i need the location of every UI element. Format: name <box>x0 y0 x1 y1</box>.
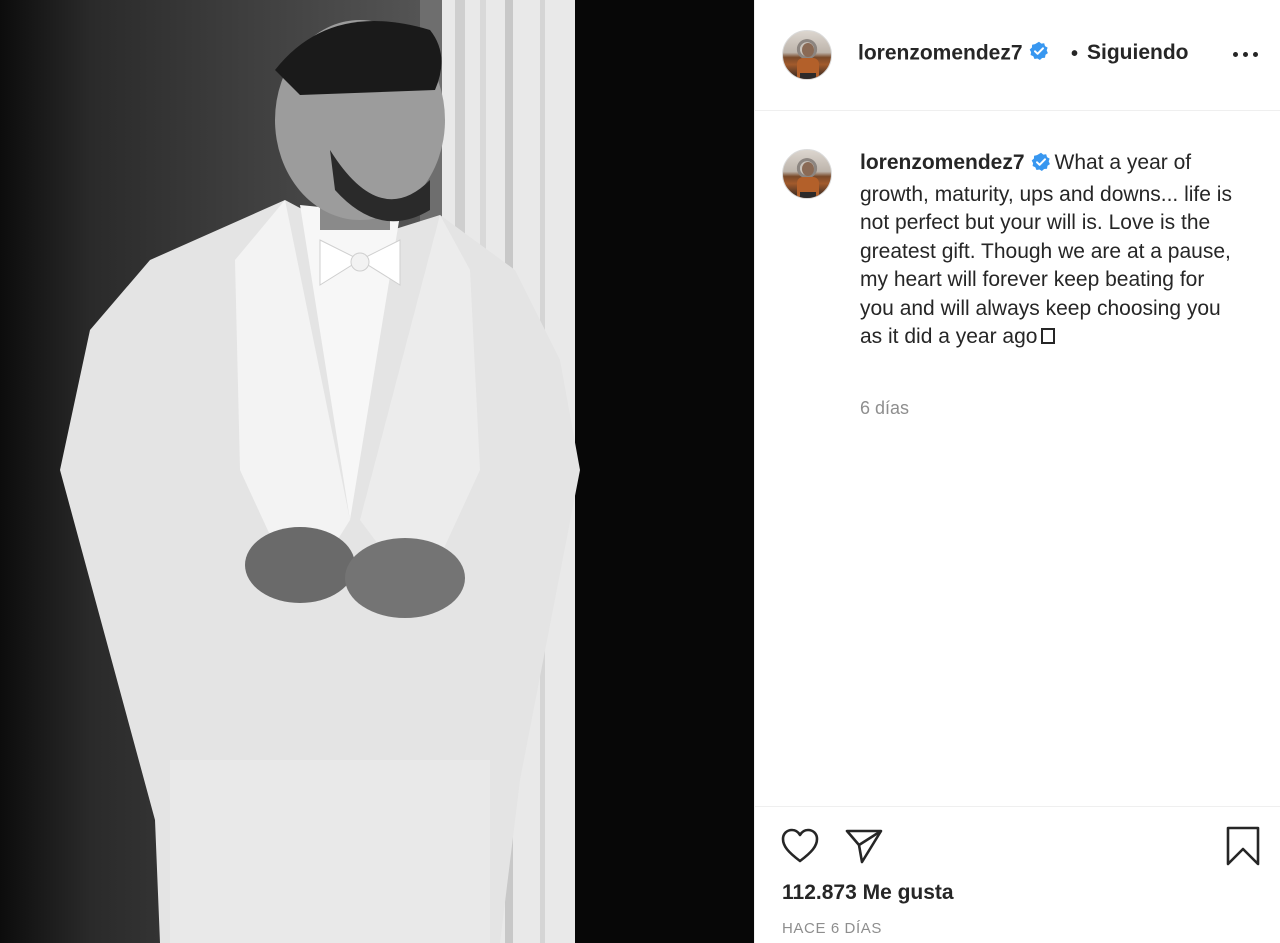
likes-count[interactable]: 112.873 Me gusta <box>782 881 954 905</box>
post-header: lorenzomendez7 • Siguiendo <box>755 0 1280 111</box>
header-username[interactable]: lorenzomendez7 <box>858 41 1049 67</box>
post-caption: lorenzomendez7 What a year of growth, ma… <box>860 149 1240 352</box>
verified-badge-icon <box>1031 152 1051 181</box>
heart-icon[interactable] <box>780 827 820 870</box>
username-text[interactable]: lorenzomendez7 <box>858 42 1023 65</box>
post-side-panel: lorenzomendez7 • Siguiendo lorenzomendez… <box>754 0 1280 943</box>
caption-time[interactable]: 6 días <box>860 398 909 419</box>
avatar[interactable] <box>782 30 832 80</box>
follow-separator: • <box>1071 43 1079 65</box>
missing-glyph-icon <box>1041 328 1056 344</box>
caption-avatar[interactable] <box>782 149 832 199</box>
following-button[interactable]: Siguiendo <box>1087 41 1189 65</box>
more-options-icon[interactable] <box>1231 40 1261 68</box>
verified-badge-icon <box>1029 41 1049 67</box>
caption-username[interactable]: lorenzomendez7 <box>860 151 1025 174</box>
post-photo[interactable] <box>0 0 754 943</box>
post-actions: 112.873 Me gusta HACE 6 DÍAS <box>755 806 1280 943</box>
caption-text: What a year of growth, maturity, ups and… <box>860 151 1232 348</box>
bookmark-icon[interactable] <box>1225 825 1261 872</box>
photo-illustration <box>60 0 754 943</box>
post-date[interactable]: HACE 6 DÍAS <box>782 920 882 937</box>
paper-plane-icon[interactable] <box>844 827 884 870</box>
